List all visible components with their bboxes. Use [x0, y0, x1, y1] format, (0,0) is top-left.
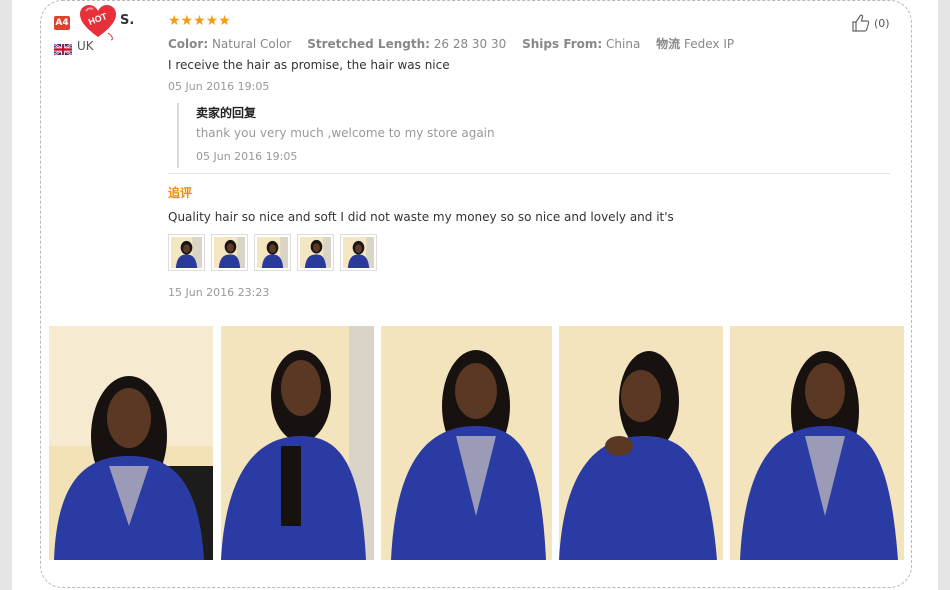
like-button[interactable]: (0) — [851, 13, 890, 33]
reply-indicator — [177, 103, 179, 168]
review-photo-thumbnail[interactable] — [340, 234, 377, 271]
like-count: (0) — [874, 16, 890, 30]
uk-flag-icon — [53, 40, 73, 56]
hot-heart-icon: HOT — [78, 3, 118, 41]
attr-ships-value: China — [606, 37, 641, 51]
right-gutter — [938, 0, 950, 590]
review-attributes: Color: Natural Color Stretched Length: 2… — [168, 35, 746, 52]
seller-reply-title: 卖家的回复 — [196, 106, 257, 120]
review-photo-thumbnail[interactable] — [211, 234, 248, 271]
thumbs-up-icon — [852, 14, 870, 32]
review-photo-thumbnail[interactable] — [297, 234, 334, 271]
review-photo[interactable] — [221, 326, 374, 560]
followup-title: 追评 — [168, 186, 193, 200]
followup-date: 15 Jun 2016 23:23 — [168, 286, 270, 299]
review-photo[interactable] — [559, 326, 723, 560]
seller-reply-text: thank you very much ,welcome to my store… — [196, 126, 495, 140]
attr-logistics-label: 物流 — [656, 37, 681, 51]
reviewer-country: UK — [77, 39, 94, 53]
attr-length-label: Stretched Length: — [307, 37, 430, 51]
reviewer-name: S. — [120, 13, 135, 28]
review-photo-thumbnail[interactable] — [254, 234, 291, 271]
review-photo-thumbnail[interactable] — [168, 234, 205, 271]
seller-reply-date: 05 Jun 2016 19:05 — [196, 150, 298, 163]
left-gutter — [0, 0, 12, 590]
review-text: I receive the hair as promise, the hair … — [168, 58, 450, 72]
level-badge: A4 — [54, 16, 70, 30]
attr-logistics-value: Fedex IP — [684, 37, 735, 51]
followup-text: Quality hair so nice and soft I did not … — [168, 210, 674, 224]
attr-color-value: Natural Color — [211, 37, 292, 51]
rating-stars: ★★★★★ — [168, 13, 231, 29]
review-photo[interactable] — [381, 326, 552, 560]
review-photo[interactable] — [49, 326, 213, 560]
attr-length-value: 26 28 30 30 — [433, 37, 507, 51]
review-photo[interactable] — [730, 326, 904, 560]
review-date: 05 Jun 2016 19:05 — [168, 80, 270, 93]
followup-thumbnails — [168, 234, 377, 271]
attr-ships-label: Ships From: — [522, 37, 603, 51]
attr-color-label: Color: — [168, 37, 209, 51]
divider — [168, 173, 890, 174]
